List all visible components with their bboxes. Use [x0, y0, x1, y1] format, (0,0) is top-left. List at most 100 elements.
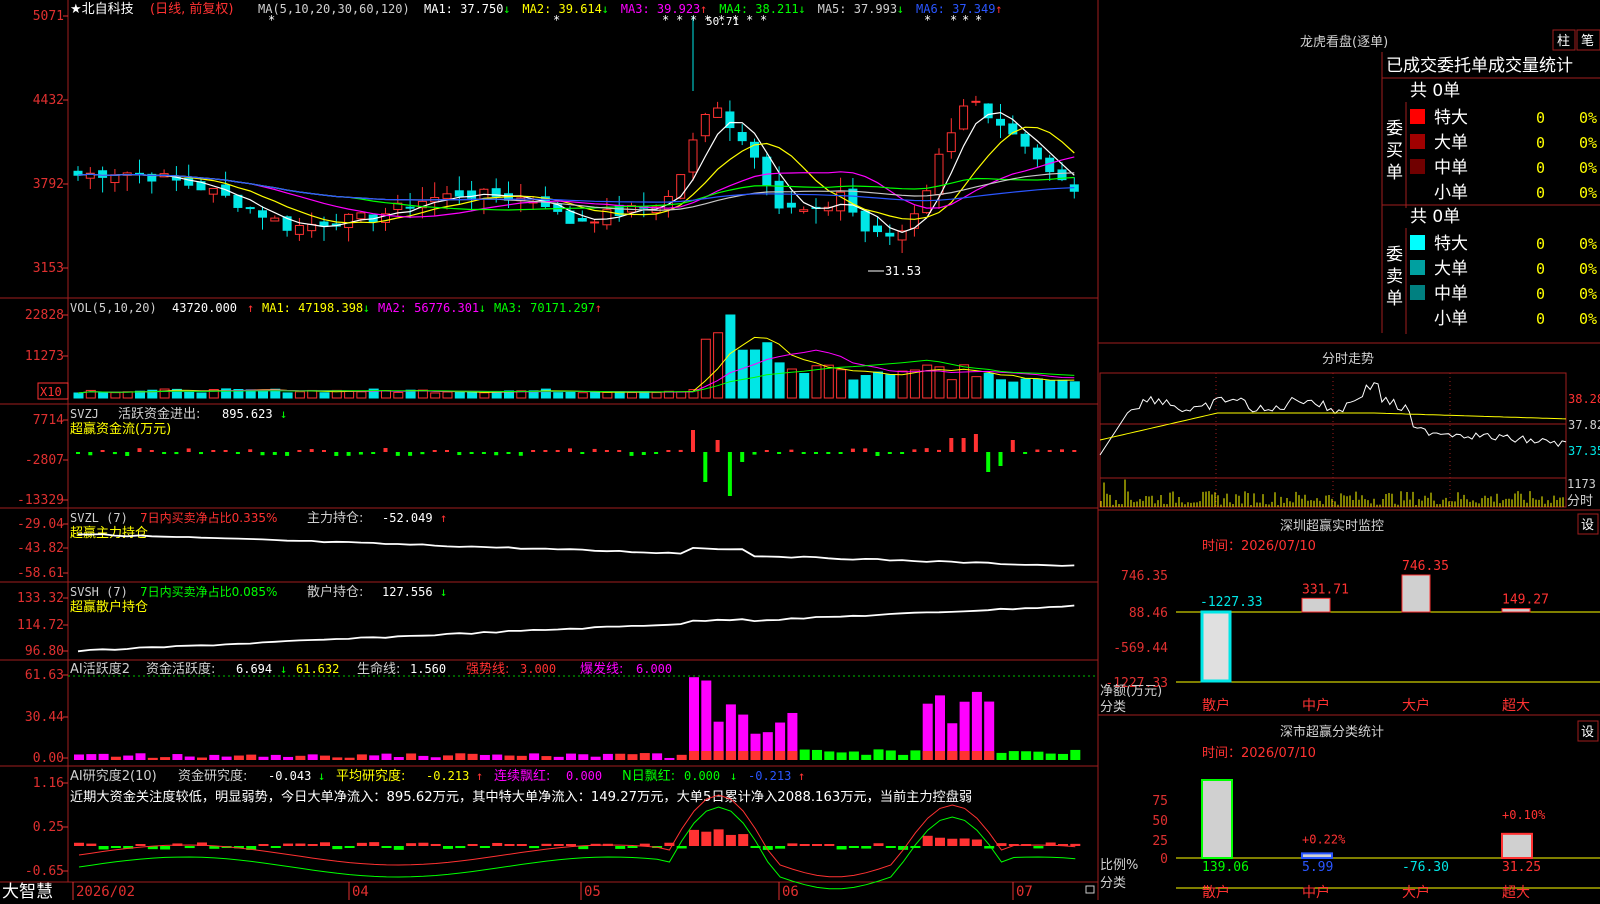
flow-bar	[100, 450, 105, 452]
activity-bar	[701, 680, 712, 760]
volume-bar	[122, 391, 133, 399]
flow-bar	[973, 434, 978, 452]
activity-bar	[295, 755, 306, 760]
volume-bar	[381, 390, 391, 399]
activity-bar	[1021, 751, 1032, 760]
activity-bar	[824, 751, 835, 760]
lock-icon[interactable]	[1085, 885, 1095, 894]
flow-bar	[777, 452, 782, 454]
activity-bar	[516, 755, 527, 760]
order-swatch	[1410, 159, 1425, 174]
activity-bar	[381, 753, 392, 760]
candle-body	[356, 212, 366, 220]
research-bar	[738, 834, 749, 846]
ma-prefix: MA(5,10,20,30,60,120)	[258, 2, 410, 16]
activity-bar-base	[725, 751, 736, 760]
sz-class-ylabel: 比例%	[1100, 858, 1138, 873]
ai-research-v5: -0.213	[748, 769, 791, 783]
flow-bar	[617, 450, 622, 452]
tab-pen-label: 笔	[1581, 33, 1594, 49]
volume-bar	[565, 391, 576, 399]
stock-name[interactable]: ★北自科技	[70, 2, 134, 17]
flow-bar	[346, 452, 351, 456]
order-row-count: 0	[1536, 235, 1545, 253]
vol-legend-item: MA3: 70171.297	[494, 301, 595, 315]
sz-class-axis-label: 0	[1160, 852, 1168, 867]
volume-bar	[258, 390, 268, 399]
research-bar	[492, 842, 503, 846]
volume-bar	[823, 364, 834, 399]
flow-bar	[937, 449, 941, 452]
volume-bar	[848, 379, 859, 399]
axis-tick-label: 3153	[33, 261, 64, 276]
svsh-subtitle: 超赢散户持仓	[70, 599, 148, 615]
sz-monitor-settings-label: 设	[1581, 518, 1594, 533]
activity-bar	[209, 754, 220, 760]
svzl-title: SVZL (7)	[70, 511, 128, 525]
sz-monitor-bar	[1401, 574, 1431, 613]
flow-bar	[186, 448, 191, 452]
axis-tick-label: -29.04	[17, 517, 64, 532]
research-bar	[848, 846, 859, 848]
volume-bar	[983, 372, 994, 399]
research-bar	[873, 843, 884, 846]
activity-bar	[283, 756, 294, 760]
order-row-count: 0	[1536, 134, 1545, 152]
svzl-label: 7日内买卖净占比0.335%	[140, 510, 277, 525]
flow-bar	[715, 440, 720, 452]
axis-tick-label: 133.32	[17, 591, 64, 606]
order-group-total: 共 0单	[1410, 207, 1460, 227]
ai-active-a1: ↓	[280, 662, 287, 676]
flow-bar	[235, 452, 240, 454]
flow-bar	[604, 450, 609, 452]
svzl-line	[77, 533, 1075, 567]
activity-bar	[369, 755, 380, 760]
research-bar	[971, 839, 982, 846]
order-row-name: 中单	[1434, 284, 1468, 304]
order-swatch	[1410, 310, 1425, 325]
date-axis-label: 05	[584, 884, 601, 900]
candle-body	[294, 224, 304, 235]
research-bar	[307, 844, 318, 846]
app-logo[interactable]: 大智慧	[2, 882, 53, 902]
volume-bar	[294, 391, 305, 399]
sell-order-group: 共 0单委卖单 特大 0 0% 大单 0 0% 中单 0 0% 小单 0 0%	[1386, 207, 1597, 334]
research-bar	[553, 844, 564, 846]
ai-active-axis: 61.63 30.44 0.00	[25, 668, 68, 766]
signal-star: *	[975, 13, 982, 27]
activity-bar	[652, 753, 663, 760]
flow-bar	[125, 452, 130, 456]
activity-bar	[971, 691, 982, 760]
sz-class-bar	[1301, 852, 1333, 860]
holding-line	[77, 533, 1075, 567]
research-bar	[935, 837, 945, 846]
sz-monitor-category: 超大	[1502, 698, 1530, 714]
sz-monitor-bar	[1501, 608, 1531, 613]
activity-bar	[393, 757, 404, 760]
tab-bar-chart-label: 柱	[1557, 34, 1570, 49]
volume-bar	[971, 376, 982, 399]
research-bar	[615, 846, 626, 849]
chart-mode[interactable]: (日线, 前复权)	[150, 1, 233, 17]
research-bar	[947, 838, 958, 846]
buy-order-group: 共 0单委买单 特大 0 0% 大单 0 0% 中单 0 0% 小单 0 0%	[1386, 81, 1597, 208]
candle-body	[946, 132, 956, 153]
svzl-arrow: ↑	[440, 511, 447, 525]
flow-bar	[137, 448, 142, 452]
flow-bar	[826, 452, 831, 455]
svzl-label2: 主力持仓:	[307, 511, 363, 526]
flow-bar	[174, 452, 179, 455]
volume-bar	[319, 392, 330, 399]
signal-star: *	[676, 13, 683, 27]
axis-tick-label: 61.63	[25, 668, 64, 683]
volume-bar	[873, 371, 883, 399]
activity-bar	[270, 754, 281, 760]
sz-monitor-time: 时间：2026/07/10	[1202, 539, 1316, 554]
flow-bar	[358, 452, 363, 455]
sz-monitor-category: 中户	[1302, 697, 1330, 714]
activity-bar	[935, 695, 945, 760]
date-axis-label: 07	[1016, 884, 1033, 900]
activity-bar	[98, 753, 109, 760]
activity-bar	[602, 753, 613, 760]
sz-monitor-category: 大户	[1402, 697, 1430, 714]
